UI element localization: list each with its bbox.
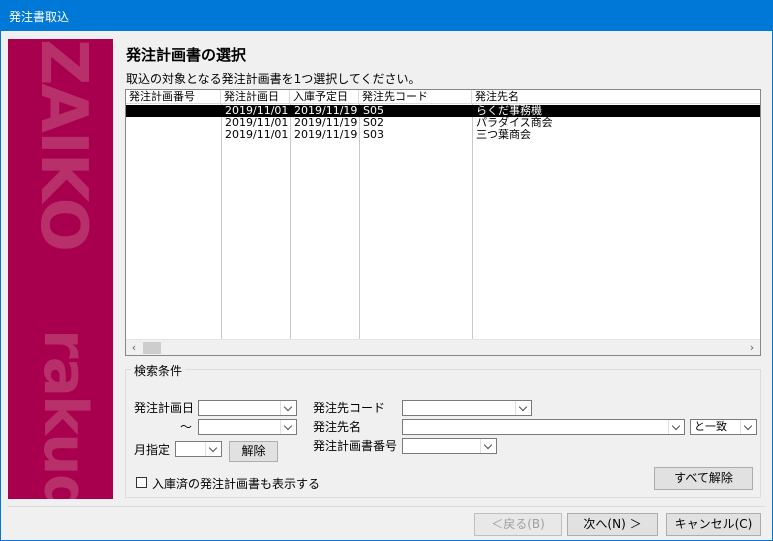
list-header: 発注計画番号 発注計画日 入庫予定日 発注先コード 発注先名	[126, 90, 760, 104]
month-combo[interactable]	[175, 441, 222, 457]
list-row[interactable]: 2019/11/01 2019/11/19 S03 三つ葉商会	[126, 129, 760, 141]
scroll-left-icon[interactable]: ‹	[126, 340, 142, 355]
page-instruction: 取込の対象となる発注計画書を1つ選択してください。	[126, 72, 421, 86]
clear-all-button[interactable]: すべて解除	[654, 467, 753, 490]
footer-divider	[8, 506, 765, 507]
search-conditions-title: 検索条件	[131, 362, 186, 379]
chevron-down-icon[interactable]	[515, 401, 531, 415]
cell-supplier-name: パラダイス商会	[476, 117, 553, 129]
chevron-down-icon[interactable]	[668, 420, 684, 434]
cancel-button[interactable]: キャンセル(C)	[666, 513, 761, 536]
cell-arrival-date: 2019/11/19	[294, 117, 358, 129]
side-banner: ZAIKO rakuda	[8, 39, 113, 499]
cell-supplier-code: S03	[363, 129, 384, 141]
cell-arrival-date: 2019/11/19	[294, 105, 358, 117]
cell-plan-date: 2019/11/01	[225, 117, 289, 129]
column-header-supplier-name[interactable]: 発注先名	[472, 90, 760, 104]
month-label: 月指定	[134, 443, 171, 457]
plan-date-from-combo[interactable]	[198, 400, 297, 416]
column-header-plan-date[interactable]: 発注計画日	[221, 90, 290, 104]
cell-supplier-code: S02	[363, 117, 384, 129]
banner-watermark-bottom: rakuda	[30, 329, 100, 499]
plan-number-label: 発注計画書番号	[313, 439, 398, 453]
match-mode-value: と一致	[694, 420, 727, 433]
supplier-code-combo[interactable]	[402, 400, 532, 416]
list-row[interactable]: 2019/11/01 2019/11/19 S02 パラダイス商会	[126, 117, 760, 129]
banner-watermark-top: ZAIKO	[26, 39, 100, 250]
supplier-name-label: 発注先名	[313, 420, 362, 434]
column-header-plan-number[interactable]: 発注計画番号	[126, 90, 221, 104]
cell-supplier-name: 三つ葉商会	[476, 129, 531, 141]
chevron-down-icon[interactable]	[280, 420, 296, 434]
plan-date-label: 発注計画日	[134, 401, 195, 415]
window-title: 発注書取込	[0, 0, 773, 31]
page-title: 発注計画書の選択	[126, 46, 247, 64]
column-header-supplier-code[interactable]: 発注先コード	[359, 90, 472, 104]
cell-plan-number	[126, 129, 221, 141]
horizontal-scrollbar[interactable]: ‹ ›	[126, 339, 760, 355]
cell-plan-number	[126, 105, 221, 117]
chevron-down-icon[interactable]	[280, 401, 296, 415]
chevron-down-icon[interactable]	[480, 439, 496, 453]
back-button[interactable]: ＜戻る(B)	[474, 513, 562, 536]
column-header-arrival-date[interactable]: 入庫予定日	[290, 90, 359, 104]
list-row[interactable]: 2019/11/01 2019/11/19 S05 らくだ事務機	[126, 105, 760, 117]
cell-plan-date: 2019/11/01	[225, 129, 289, 141]
scroll-right-icon[interactable]: ›	[744, 340, 760, 355]
plan-number-combo[interactable]	[402, 438, 497, 454]
show-received-checkbox[interactable]	[136, 477, 147, 488]
cell-supplier-name: らくだ事務機	[476, 105, 542, 117]
plan-list[interactable]: 発注計画番号 発注計画日 入庫予定日 発注先コード 発注先名 2019/11/0…	[125, 89, 761, 356]
match-mode-combo[interactable]: と一致	[690, 419, 757, 435]
scroll-thumb[interactable]	[143, 342, 161, 354]
cell-arrival-date: 2019/11/19	[294, 129, 358, 141]
supplier-name-combo[interactable]	[402, 419, 685, 435]
show-received-label[interactable]: 入庫済の発注計画書も表示する	[152, 475, 320, 492]
next-button[interactable]: 次へ(N) ＞	[567, 513, 658, 536]
chevron-down-icon[interactable]	[740, 420, 756, 434]
plan-date-to-combo[interactable]	[198, 419, 297, 435]
cell-plan-date: 2019/11/01	[225, 105, 289, 117]
chevron-down-icon[interactable]	[205, 442, 221, 456]
cell-supplier-code: S05	[363, 105, 384, 117]
tilde-label: ～	[180, 420, 193, 434]
cell-plan-number	[126, 117, 221, 129]
month-clear-button[interactable]: 解除	[229, 441, 278, 462]
supplier-code-label: 発注先コード	[313, 401, 386, 415]
